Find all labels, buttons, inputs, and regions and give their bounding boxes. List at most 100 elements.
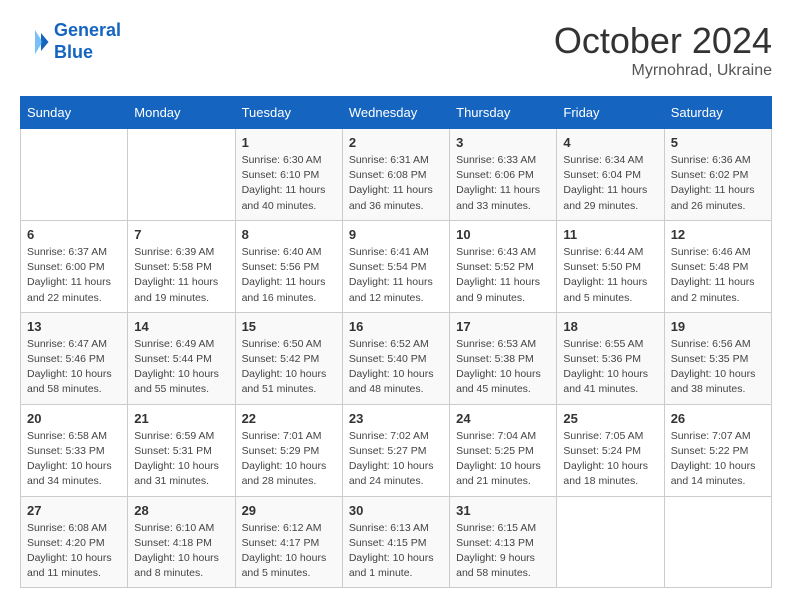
- day-number: 24: [456, 411, 550, 426]
- calendar-cell: 9Sunrise: 6:41 AM Sunset: 5:54 PM Daylig…: [342, 220, 449, 312]
- calendar-cell: 20Sunrise: 6:58 AM Sunset: 5:33 PM Dayli…: [21, 404, 128, 496]
- day-number: 16: [349, 319, 443, 334]
- calendar-table: SundayMondayTuesdayWednesdayThursdayFrid…: [20, 96, 772, 588]
- calendar-cell: 1 Sunrise: 6:30 AM Sunset: 6:10 PM Daylig…: [235, 129, 342, 221]
- day-number: 26: [671, 411, 765, 426]
- day-detail: Sunrise: 6:50 AM Sunset: 5:42 PM Dayligh…: [242, 337, 336, 398]
- calendar-cell: 17Sunrise: 6:53 AM Sunset: 5:38 PM Dayli…: [450, 312, 557, 404]
- calendar-body: 1 Sunrise: 6:30 AM Sunset: 6:10 PM Daylig…: [21, 129, 772, 588]
- day-number: 4: [563, 135, 657, 150]
- calendar-cell: 13 Sunrise: 6:47 AM Sunset: 5:46 PM Dayli…: [21, 312, 128, 404]
- logo-icon: [20, 27, 50, 57]
- logo-line2: Blue: [54, 42, 93, 62]
- day-detail: Sunrise: 7:02 AM Sunset: 5:27 PM Dayligh…: [349, 429, 443, 490]
- day-detail: Sunrise: 7:04 AM Sunset: 5:25 PM Dayligh…: [456, 429, 550, 490]
- day-detail: Sunrise: 6:36 AM Sunset: 6:02 PM Dayligh…: [671, 153, 765, 214]
- day-number: 12: [671, 227, 765, 242]
- calendar-cell: 8 Sunrise: 6:40 AM Sunset: 5:56 PM Daylig…: [235, 220, 342, 312]
- day-detail: Sunrise: 6:08 AM Sunset: 4:20 PM Dayligh…: [27, 521, 121, 582]
- day-number: 21: [134, 411, 228, 426]
- calendar-cell: 26 Sunrise: 7:07 AM Sunset: 5:22 PM Dayli…: [664, 404, 771, 496]
- calendar-cell: 27 Sunrise: 6:08 AM Sunset: 4:20 PM Dayli…: [21, 496, 128, 588]
- day-number: 25: [563, 411, 657, 426]
- day-of-week-header: Thursday: [450, 97, 557, 129]
- calendar-cell: 31 Sunrise: 6:15 AM Sunset: 4:13 PM Dayli…: [450, 496, 557, 588]
- page-header: General Blue October 2024 Myrnohrad, Ukr…: [20, 20, 772, 80]
- day-detail: Sunrise: 6:49 AM Sunset: 5:44 PM Dayligh…: [134, 337, 228, 398]
- calendar-cell: 7Sunrise: 6:39 AM Sunset: 5:58 PM Daylig…: [128, 220, 235, 312]
- calendar-week-row: 27 Sunrise: 6:08 AM Sunset: 4:20 PM Dayli…: [21, 496, 772, 588]
- day-number: 22: [242, 411, 336, 426]
- calendar-header: SundayMondayTuesdayWednesdayThursdayFrid…: [21, 97, 772, 129]
- calendar-cell: 22 Sunrise: 7:01 AM Sunset: 5:29 PM Dayli…: [235, 404, 342, 496]
- day-detail: Sunrise: 6:46 AM Sunset: 5:48 PM Dayligh…: [671, 245, 765, 306]
- day-detail: Sunrise: 6:58 AM Sunset: 5:33 PM Dayligh…: [27, 429, 121, 490]
- day-detail: Sunrise: 6:12 AM Sunset: 4:17 PM Dayligh…: [242, 521, 336, 582]
- calendar-week-row: 1 Sunrise: 6:30 AM Sunset: 6:10 PM Daylig…: [21, 129, 772, 221]
- day-detail: Sunrise: 6:43 AM Sunset: 5:52 PM Dayligh…: [456, 245, 550, 306]
- day-number: 14: [134, 319, 228, 334]
- day-of-week-header: Tuesday: [235, 97, 342, 129]
- calendar-week-row: 13 Sunrise: 6:47 AM Sunset: 5:46 PM Dayli…: [21, 312, 772, 404]
- day-of-week-header: Saturday: [664, 97, 771, 129]
- calendar-cell: [21, 129, 128, 221]
- day-detail: Sunrise: 6:10 AM Sunset: 4:18 PM Dayligh…: [134, 521, 228, 582]
- day-detail: Sunrise: 6:31 AM Sunset: 6:08 PM Dayligh…: [349, 153, 443, 214]
- day-detail: Sunrise: 6:30 AM Sunset: 6:10 PM Dayligh…: [242, 153, 336, 214]
- day-of-week-header: Friday: [557, 97, 664, 129]
- calendar-cell: 3Sunrise: 6:33 AM Sunset: 6:06 PM Daylig…: [450, 129, 557, 221]
- day-number: 6: [27, 227, 121, 242]
- calendar-cell: 15 Sunrise: 6:50 AM Sunset: 5:42 PM Dayli…: [235, 312, 342, 404]
- day-detail: Sunrise: 6:56 AM Sunset: 5:35 PM Dayligh…: [671, 337, 765, 398]
- calendar-cell: 11Sunrise: 6:44 AM Sunset: 5:50 PM Dayli…: [557, 220, 664, 312]
- day-of-week-header: Sunday: [21, 97, 128, 129]
- day-number: 23: [349, 411, 443, 426]
- calendar-cell: 5Sunrise: 6:36 AM Sunset: 6:02 PM Daylig…: [664, 129, 771, 221]
- calendar-week-row: 20Sunrise: 6:58 AM Sunset: 5:33 PM Dayli…: [21, 404, 772, 496]
- calendar-cell: 30Sunrise: 6:13 AM Sunset: 4:15 PM Dayli…: [342, 496, 449, 588]
- day-number: 13: [27, 319, 121, 334]
- day-number: 2: [349, 135, 443, 150]
- day-number: 15: [242, 319, 336, 334]
- calendar-cell: 6 Sunrise: 6:37 AM Sunset: 6:00 PM Daylig…: [21, 220, 128, 312]
- calendar-cell: 19Sunrise: 6:56 AM Sunset: 5:35 PM Dayli…: [664, 312, 771, 404]
- day-number: 17: [456, 319, 550, 334]
- calendar-cell: [557, 496, 664, 588]
- day-number: 28: [134, 503, 228, 518]
- day-detail: Sunrise: 6:55 AM Sunset: 5:36 PM Dayligh…: [563, 337, 657, 398]
- day-number: 11: [563, 227, 657, 242]
- calendar-cell: 10Sunrise: 6:43 AM Sunset: 5:52 PM Dayli…: [450, 220, 557, 312]
- calendar-week-row: 6 Sunrise: 6:37 AM Sunset: 6:00 PM Daylig…: [21, 220, 772, 312]
- calendar-cell: 2 Sunrise: 6:31 AM Sunset: 6:08 PM Daylig…: [342, 129, 449, 221]
- calendar-cell: 14 Sunrise: 6:49 AM Sunset: 5:44 PM Dayli…: [128, 312, 235, 404]
- day-detail: Sunrise: 6:39 AM Sunset: 5:58 PM Dayligh…: [134, 245, 228, 306]
- day-number: 29: [242, 503, 336, 518]
- day-number: 1: [242, 135, 336, 150]
- day-detail: Sunrise: 6:52 AM Sunset: 5:40 PM Dayligh…: [349, 337, 443, 398]
- month-title: October 2024: [554, 20, 772, 62]
- calendar-cell: 12 Sunrise: 6:46 AM Sunset: 5:48 PM Dayli…: [664, 220, 771, 312]
- calendar-cell: 28 Sunrise: 6:10 AM Sunset: 4:18 PM Dayli…: [128, 496, 235, 588]
- calendar-cell: 18 Sunrise: 6:55 AM Sunset: 5:36 PM Dayli…: [557, 312, 664, 404]
- day-of-week-header: Wednesday: [342, 97, 449, 129]
- day-number: 8: [242, 227, 336, 242]
- day-detail: Sunrise: 6:37 AM Sunset: 6:00 PM Dayligh…: [27, 245, 121, 306]
- day-detail: Sunrise: 6:40 AM Sunset: 5:56 PM Dayligh…: [242, 245, 336, 306]
- day-number: 3: [456, 135, 550, 150]
- day-detail: Sunrise: 6:15 AM Sunset: 4:13 PM Dayligh…: [456, 521, 550, 582]
- day-detail: Sunrise: 6:13 AM Sunset: 4:15 PM Dayligh…: [349, 521, 443, 582]
- day-detail: Sunrise: 7:07 AM Sunset: 5:22 PM Dayligh…: [671, 429, 765, 490]
- calendar-cell: 21Sunrise: 6:59 AM Sunset: 5:31 PM Dayli…: [128, 404, 235, 496]
- day-number: 31: [456, 503, 550, 518]
- day-number: 18: [563, 319, 657, 334]
- day-detail: Sunrise: 7:01 AM Sunset: 5:29 PM Dayligh…: [242, 429, 336, 490]
- logo: General Blue: [20, 20, 121, 63]
- calendar-cell: 24 Sunrise: 7:04 AM Sunset: 5:25 PM Dayli…: [450, 404, 557, 496]
- calendar-cell: [128, 129, 235, 221]
- day-number: 27: [27, 503, 121, 518]
- calendar-cell: 16 Sunrise: 6:52 AM Sunset: 5:40 PM Dayli…: [342, 312, 449, 404]
- day-detail: Sunrise: 6:47 AM Sunset: 5:46 PM Dayligh…: [27, 337, 121, 398]
- day-detail: Sunrise: 6:34 AM Sunset: 6:04 PM Dayligh…: [563, 153, 657, 214]
- calendar-cell: 29 Sunrise: 6:12 AM Sunset: 4:17 PM Dayli…: [235, 496, 342, 588]
- calendar-cell: 23 Sunrise: 7:02 AM Sunset: 5:27 PM Dayli…: [342, 404, 449, 496]
